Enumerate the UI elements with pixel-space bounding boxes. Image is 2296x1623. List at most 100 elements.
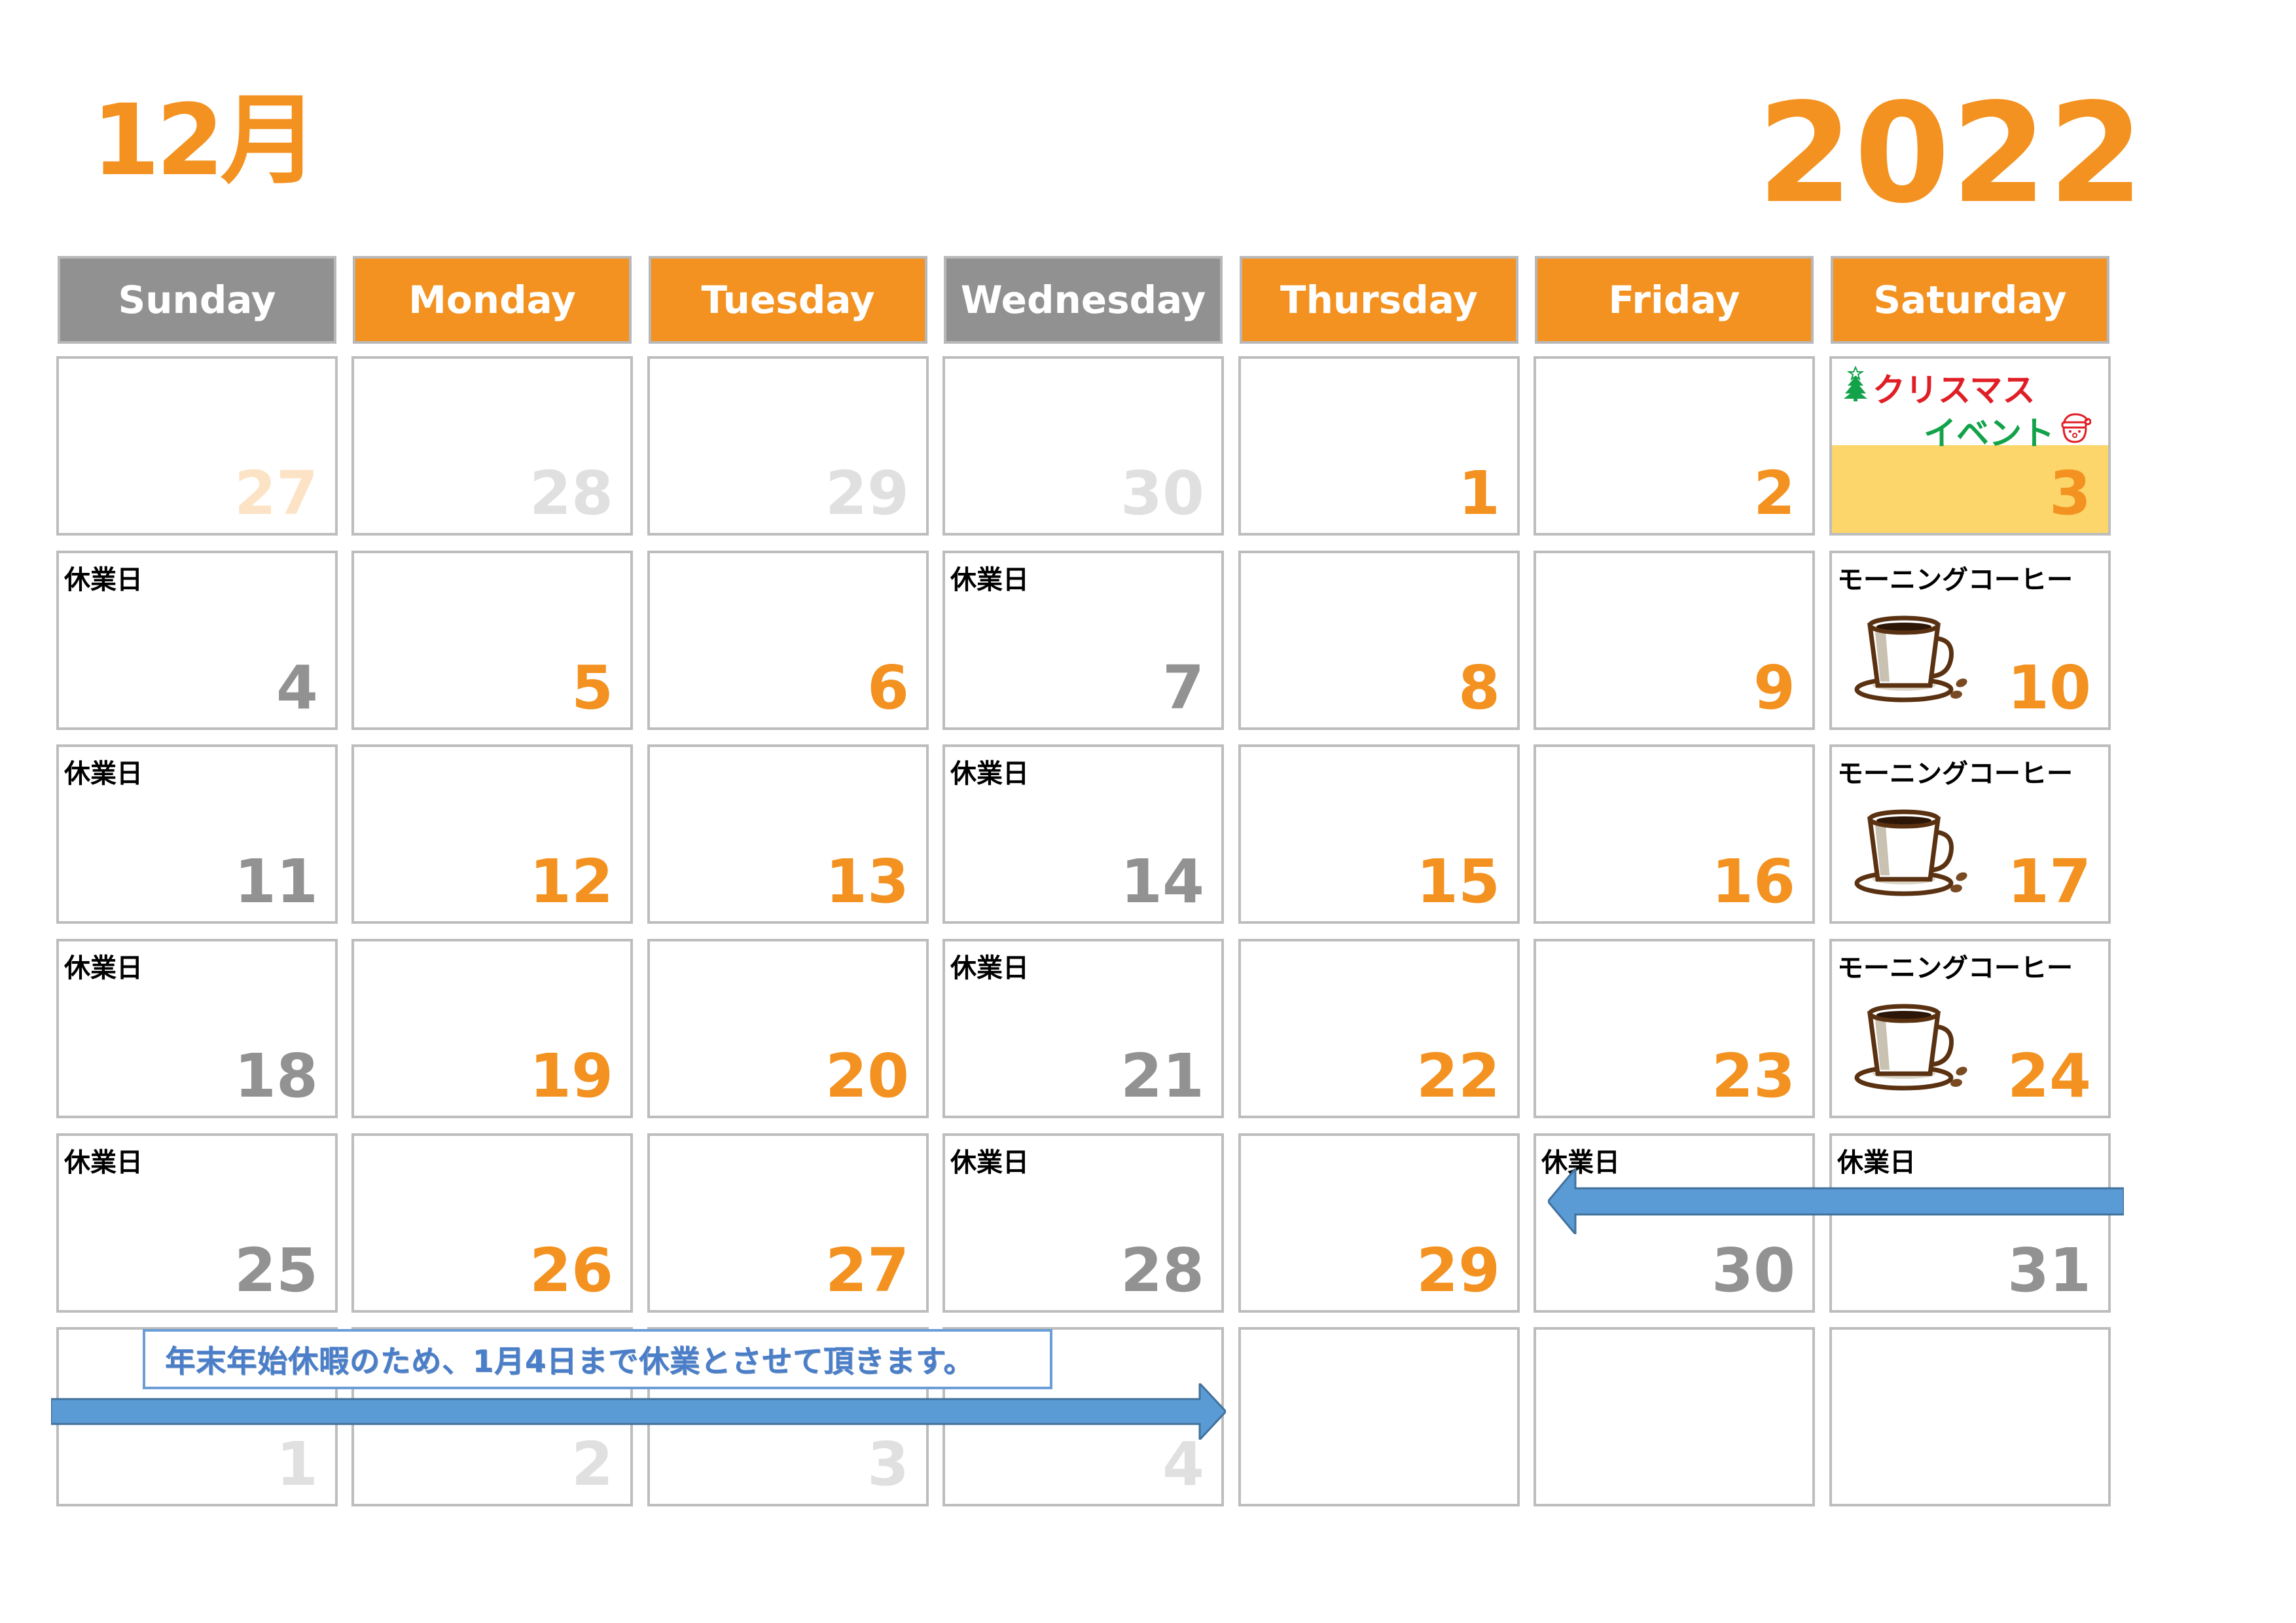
day-number: 31: [2007, 1235, 2091, 1305]
day-cell[interactable]: [1534, 1327, 1815, 1506]
day-number: 28: [529, 458, 613, 528]
weekday-header-wednesday: Wednesday: [944, 256, 1223, 344]
day-cell[interactable]: 22: [1238, 939, 1520, 1118]
day-number: 25: [234, 1235, 318, 1305]
coffee-cup-icon: [1852, 612, 1976, 704]
day-number: 9: [1753, 653, 1795, 723]
day-number: 7: [1162, 653, 1204, 723]
weekday-header-tuesday: Tuesday: [649, 256, 927, 344]
morning-coffee-label: モーニングコーヒー: [1837, 759, 2073, 789]
day-number: 1: [276, 1429, 318, 1499]
day-cell[interactable]: 5: [351, 551, 633, 730]
day-number: 27: [825, 1235, 909, 1305]
day-number: 3: [2049, 458, 2091, 528]
day-cell[interactable]: [1829, 1327, 2111, 1506]
christmas-tree-icon: [1842, 365, 1873, 409]
day-cell[interactable]: 23: [1534, 939, 1815, 1118]
day-number: 11: [234, 847, 318, 917]
morning-coffee-label: モーニングコーヒー: [1837, 953, 2073, 983]
day-cell[interactable]: 休業日 11: [56, 744, 338, 924]
day-number: 4: [276, 653, 318, 723]
day-cell[interactable]: 休業日 18: [56, 939, 338, 1118]
day-cell[interactable]: 27: [56, 356, 338, 536]
weekday-header-saturday: Saturday: [1831, 256, 2109, 344]
event-label: イベント: [1924, 414, 2054, 452]
day-number: 21: [1120, 1041, 1204, 1111]
closure-notice-text: 年末年始休暇のため、1月4日まで休業とさせて頂きます。: [165, 1343, 975, 1379]
day-number: 20: [825, 1041, 909, 1111]
day-cell[interactable]: 19: [351, 939, 633, 1118]
day-cell[interactable]: 20: [647, 939, 929, 1118]
day-number: 17: [2007, 847, 2091, 917]
day-number: 10: [2007, 653, 2091, 723]
day-number: 15: [1416, 847, 1500, 917]
coffee-cup-icon: [1852, 806, 1976, 898]
day-number: 23: [1711, 1041, 1795, 1111]
day-number: 27: [234, 458, 318, 528]
day-cell[interactable]: 8: [1238, 551, 1520, 730]
day-number: 5: [571, 653, 613, 723]
day-number: 29: [825, 458, 909, 528]
day-number: 2: [571, 1429, 613, 1499]
day-cell[interactable]: 29: [647, 356, 929, 536]
closure-arrow-right-icon: [51, 1383, 1226, 1440]
closed-day-label: 休業日: [950, 565, 1029, 595]
closed-day-label: 休業日: [64, 953, 143, 983]
closed-day-label: 休業日: [64, 1148, 143, 1178]
day-cell[interactable]: 16: [1534, 744, 1815, 924]
day-number: 2: [1753, 458, 1795, 528]
day-cell[interactable]: 休業日 28: [942, 1133, 1224, 1313]
weekday-header-sunday: Sunday: [58, 256, 336, 344]
day-number: 8: [1458, 653, 1500, 723]
day-cell[interactable]: 9: [1534, 551, 1815, 730]
day-number: 26: [529, 1235, 613, 1305]
day-number: 28: [1120, 1235, 1204, 1305]
day-cell[interactable]: モーニングコーヒー 24: [1829, 939, 2111, 1118]
day-cell[interactable]: 休業日 7: [942, 551, 1224, 730]
day-cell[interactable]: 30: [942, 356, 1224, 536]
day-number: 6: [867, 653, 909, 723]
day-number: 30: [1711, 1235, 1795, 1305]
day-cell[interactable]: 休業日 25: [56, 1133, 338, 1313]
day-cell[interactable]: モーニングコーヒー 10: [1829, 551, 2111, 730]
closure-notice-banner: 年末年始休暇のため、1月4日まで休業とさせて頂きます。: [143, 1329, 1052, 1389]
christmas-event-line1: クリスマス: [1842, 364, 2036, 411]
day-number: 24: [2007, 1041, 2091, 1111]
closed-day-label: 休業日: [950, 953, 1029, 983]
day-cell[interactable]: 1: [1238, 356, 1520, 536]
day-cell[interactable]: 12: [351, 744, 633, 924]
day-number: 13: [825, 847, 909, 917]
day-cell[interactable]: 6: [647, 551, 929, 730]
day-cell[interactable]: 休業日 14: [942, 744, 1224, 924]
closure-arrow-left-icon: [1548, 1169, 2124, 1234]
day-number: 12: [529, 847, 613, 917]
day-number: 3: [867, 1429, 909, 1499]
day-cell[interactable]: 26: [351, 1133, 633, 1313]
day-cell[interactable]: 2: [1534, 356, 1815, 536]
day-cell[interactable]: [1238, 1327, 1520, 1506]
day-number: 22: [1416, 1041, 1500, 1111]
morning-coffee-label: モーニングコーヒー: [1837, 565, 2073, 595]
day-cell[interactable]: 28: [351, 356, 633, 536]
christmas-label: クリスマス: [1873, 371, 2036, 409]
closed-day-label: 休業日: [950, 759, 1029, 789]
closed-day-label: 休業日: [64, 759, 143, 789]
day-cell[interactable]: 15: [1238, 744, 1520, 924]
day-cell[interactable]: 29: [1238, 1133, 1520, 1313]
christmas-event-line2: イベント: [1924, 407, 2092, 454]
day-number: 1: [1458, 458, 1500, 528]
day-cell[interactable]: 休業日 21: [942, 939, 1224, 1118]
day-cell[interactable]: 休業日 4: [56, 551, 338, 730]
day-cell[interactable]: 27: [647, 1133, 929, 1313]
day-cell[interactable]: モーニングコーヒー 17: [1829, 744, 2111, 924]
day-number: 4: [1162, 1429, 1204, 1499]
closed-day-label: 休業日: [950, 1148, 1029, 1178]
day-cell[interactable]: クリスマスイベント 3: [1829, 356, 2111, 536]
day-number: 29: [1416, 1235, 1500, 1305]
day-number: 18: [234, 1041, 318, 1111]
day-cell[interactable]: 13: [647, 744, 929, 924]
closed-day-label: 休業日: [64, 565, 143, 595]
weekday-header-thursday: Thursday: [1240, 256, 1518, 344]
santa-icon: [2054, 410, 2092, 451]
weekday-header-monday: Monday: [353, 256, 632, 344]
